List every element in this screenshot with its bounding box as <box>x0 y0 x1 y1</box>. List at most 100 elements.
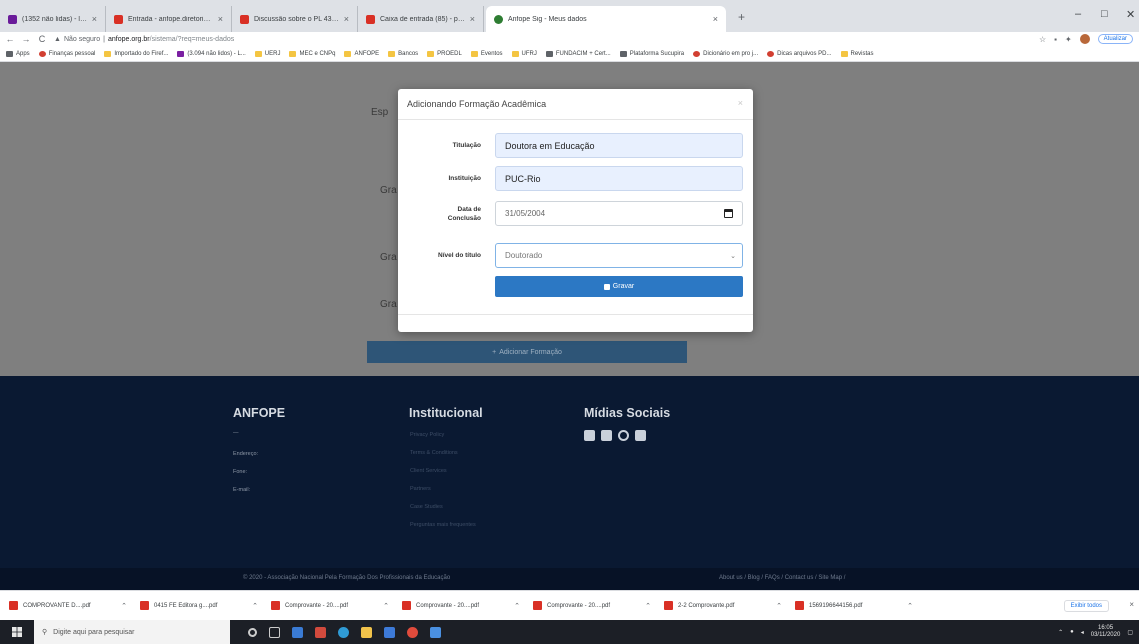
bookmark-item[interactable]: Finanças pessoal <box>38 50 95 57</box>
browser-tab[interactable]: Caixa de entrada (85) - prof.luc... × <box>358 6 484 32</box>
avatar[interactable] <box>1079 34 1090 44</box>
download-item[interactable]: 2-2 Comprovante.pdf ⌃ <box>660 601 791 610</box>
chevron-up-icon[interactable]: ⌃ <box>776 602 787 610</box>
pdf-icon <box>795 601 804 610</box>
bookmark-folder[interactable]: ANFOPE <box>344 50 379 57</box>
chevron-down-icon: ⌄ <box>730 253 736 260</box>
close-icon[interactable]: × <box>738 98 743 108</box>
network-icon[interactable]: ● <box>1070 629 1074 635</box>
bookmark-folder[interactable]: Eventos <box>470 50 503 57</box>
chevron-up-icon[interactable]: ⌃ <box>907 602 918 610</box>
footer-link[interactable]: Case Studies <box>410 504 443 510</box>
nivel-titulo-select[interactable]: Doutorado ⌄ <box>495 243 743 268</box>
save-button[interactable]: Gravar <box>495 276 743 297</box>
browser-tab-active[interactable]: Anfope Sig - Meus dados × <box>486 6 726 32</box>
bookmark-item[interactable]: FUNDACIM + Cert... <box>545 50 611 57</box>
address-bar[interactable]: ▲ Não seguro | anfope.org.br/sistema/?re… <box>54 33 1054 45</box>
clock[interactable]: 16:05 03/11/2020 <box>1091 625 1121 639</box>
start-button[interactable] <box>0 620 34 644</box>
minimize-button[interactable]: – <box>1075 8 1081 20</box>
browser-tab[interactable]: Discussão sobre o PL 4372/2019 - ... × <box>232 6 358 32</box>
download-item[interactable]: 1569196644156.pdf ⌃ <box>791 601 922 610</box>
notification-icon[interactable]: ▢ <box>1127 629 1133 636</box>
browser-tab[interactable]: (1352 não lidas) - luciane... × <box>0 6 106 32</box>
bookmark-folder[interactable]: PROEDL <box>427 50 462 57</box>
chevron-up-icon[interactable]: ⌃ <box>252 602 263 610</box>
show-all-downloads-button[interactable]: Exibir todos <box>1063 600 1109 612</box>
close-tab-icon[interactable]: × <box>218 14 223 24</box>
close-tab-icon[interactable]: × <box>92 14 97 24</box>
url-path: /sistema/?req=meus-dados <box>149 35 235 43</box>
volume-icon[interactable]: ◂ <box>1081 629 1084 636</box>
close-tab-icon[interactable]: × <box>713 14 718 24</box>
close-tab-icon[interactable]: × <box>470 14 475 24</box>
bookmark-apps[interactable]: Apps <box>6 50 30 57</box>
titulacao-input[interactable]: Doutora em Educação <box>495 133 743 158</box>
bookmark-folder[interactable]: MEC e CNPq <box>289 50 335 57</box>
extension-icon[interactable]: ▪ <box>1054 35 1057 44</box>
search-icon: ⚲ <box>42 629 48 636</box>
taskbar-search-input[interactable]: ⚲ Digite aqui para pesquisar <box>34 620 230 644</box>
reload-button[interactable]: C <box>36 34 48 44</box>
close-window-button[interactable]: ✕ <box>1126 8 1135 21</box>
star-icon[interactable]: ☆ <box>1039 35 1046 44</box>
instagram-icon[interactable] <box>618 430 629 441</box>
bookmark-item[interactable]: Plataforma Sucupira <box>619 50 684 57</box>
bookmark-folder[interactable]: Revistas <box>840 50 874 57</box>
bookmark-folder[interactable]: UFRJ <box>511 50 537 57</box>
youtube-icon[interactable] <box>635 430 646 441</box>
download-item[interactable]: Comprovante - 20....pdf ⌃ <box>267 601 398 610</box>
maximize-button[interactable]: □ <box>1101 8 1108 20</box>
formation-row-label: Esp <box>371 107 389 118</box>
close-tab-icon[interactable]: × <box>344 14 349 24</box>
footer-link[interactable]: Partners <box>410 486 431 492</box>
bookmark-item[interactable]: (3.094 não lidos) - L... <box>177 50 246 57</box>
download-item[interactable]: COMPROVANTE D....pdf ⌃ <box>5 601 136 610</box>
bookmark-item[interactable]: Dicas arquivos PD... <box>767 50 832 57</box>
bookmark-item[interactable]: Dicionário em pro j... <box>693 50 758 57</box>
twitter-icon[interactable] <box>601 430 612 441</box>
social-links <box>584 430 646 441</box>
taskbar-apps <box>248 626 441 638</box>
back-button[interactable]: ← <box>4 34 16 44</box>
chrome-icon[interactable] <box>407 626 418 638</box>
chevron-up-icon[interactable]: ⌃ <box>514 602 525 610</box>
bookmark-folder[interactable]: Bancos <box>388 50 418 57</box>
download-item[interactable]: Comprovante - 20....pdf ⌃ <box>529 601 660 610</box>
update-button[interactable]: Atualizar <box>1097 34 1133 44</box>
calendar-icon[interactable] <box>724 209 733 218</box>
footer-bottom-links[interactable]: About us / Blog / FAQs / Contact us / Si… <box>719 575 845 581</box>
facebook-icon[interactable] <box>584 430 595 441</box>
ie-icon[interactable] <box>292 626 303 638</box>
store-icon[interactable] <box>384 626 395 638</box>
cortana-icon[interactable] <box>248 627 257 637</box>
apps-grid-icon <box>6 50 13 57</box>
new-tab-button[interactable]: + <box>738 10 745 24</box>
gmail-icon <box>366 14 375 24</box>
data-conclusao-input[interactable]: 31/05/2004 <box>495 201 743 226</box>
footer-link[interactable]: Privacy Policy <box>410 432 444 438</box>
titulacao-label: Titulação <box>452 142 481 149</box>
chevron-up-icon[interactable]: ⌃ <box>383 602 394 610</box>
chevron-up-icon[interactable]: ⌃ <box>1058 629 1063 636</box>
bookmark-folder[interactable]: UERJ <box>254 50 280 57</box>
puzzle-icon[interactable]: ✦ <box>1065 35 1072 44</box>
footer-link[interactable]: Perguntas mais frequentes <box>410 522 476 528</box>
instituicao-input[interactable]: PUC-Rio <box>495 166 743 191</box>
download-item[interactable]: Comprovante - 20....pdf ⌃ <box>398 601 529 610</box>
forward-button[interactable]: → <box>20 34 32 44</box>
download-item[interactable]: 0415 FE Editora g....pdf ⌃ <box>136 601 267 610</box>
task-view-icon[interactable] <box>269 626 280 638</box>
add-formation-button[interactable]: + Adicionar Formação <box>367 341 687 363</box>
footer-link[interactable]: Client Services <box>410 468 447 474</box>
edge-icon[interactable] <box>338 626 349 638</box>
bookmark-folder[interactable]: Importado do Firef... <box>104 50 168 57</box>
app-blue-icon[interactable] <box>430 626 441 638</box>
browser-tab[interactable]: Entrada - anfope.diretoria@gm... × <box>106 6 232 32</box>
app-red-icon[interactable] <box>315 626 326 638</box>
file-explorer-icon[interactable] <box>361 626 372 638</box>
close-downloads-icon[interactable]: × <box>1129 600 1134 609</box>
chevron-up-icon[interactable]: ⌃ <box>121 602 132 610</box>
footer-link[interactable]: Terms & Conditions <box>410 450 458 456</box>
chevron-up-icon[interactable]: ⌃ <box>645 602 656 610</box>
